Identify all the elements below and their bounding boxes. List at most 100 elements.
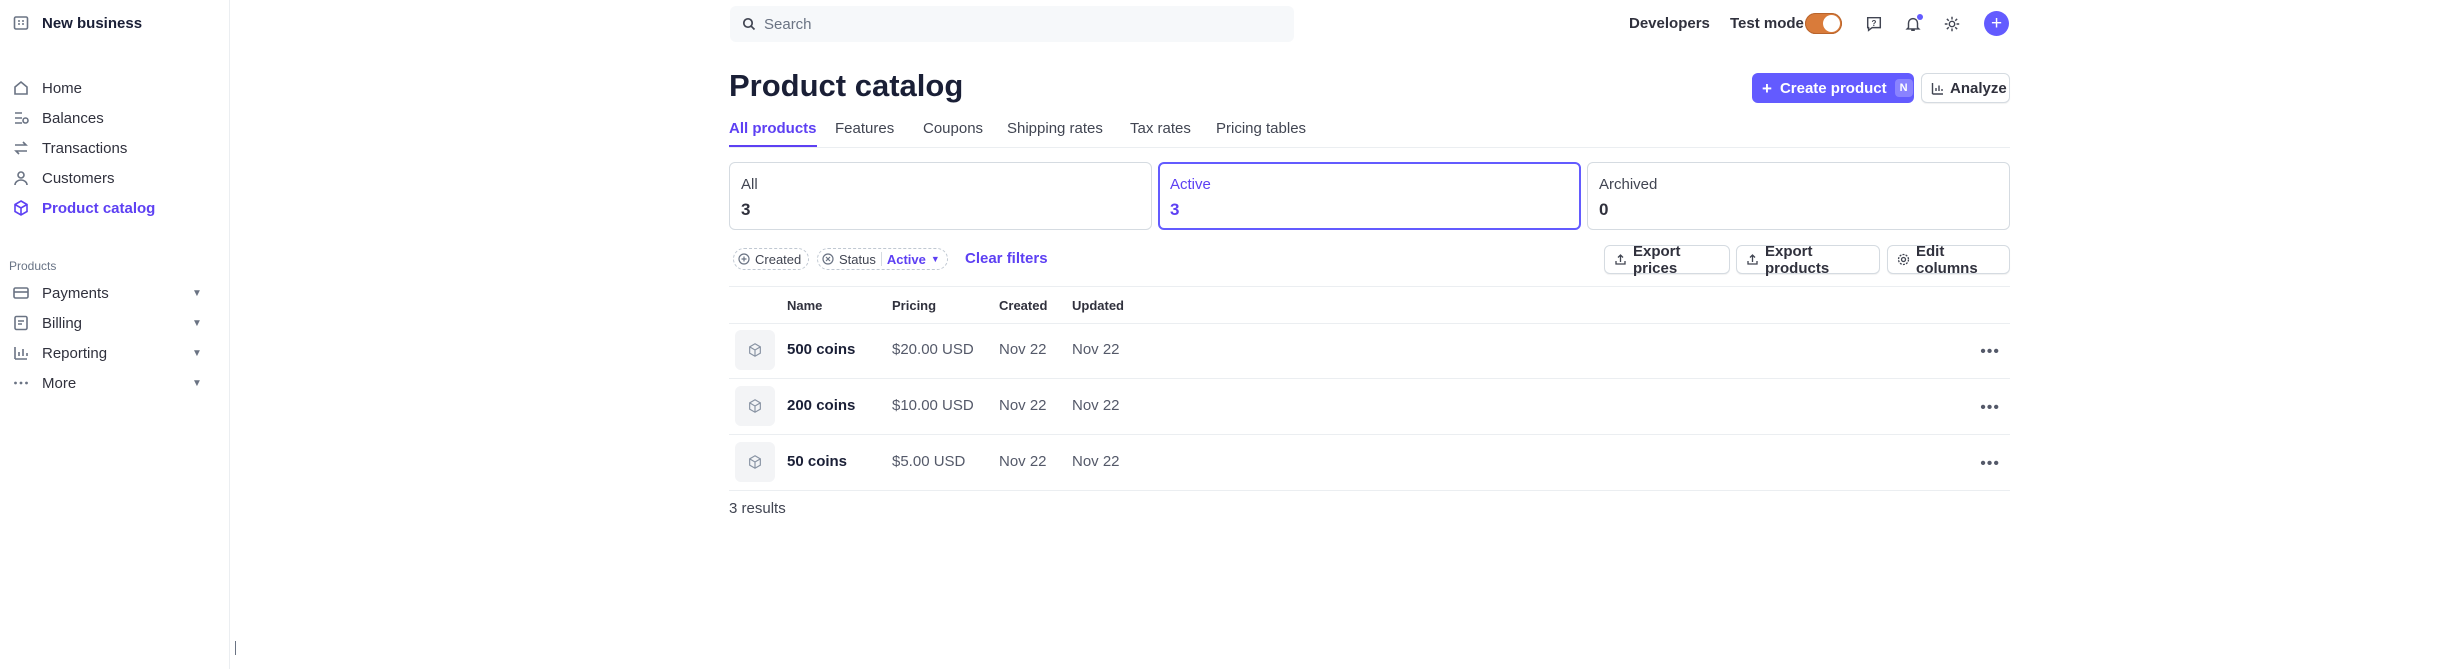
create-plus-icon[interactable]: +	[1984, 11, 2009, 36]
product-image-placeholder	[735, 386, 775, 426]
table-row[interactable]: 200 coins $10.00 USD Nov 22 Nov 22 •••	[729, 378, 2010, 435]
sidebar-item-customers[interactable]: Customers	[12, 169, 115, 187]
sidebar-item-label: Reporting	[42, 344, 108, 362]
transactions-icon	[12, 139, 30, 157]
search-placeholder: Search	[764, 15, 812, 33]
sidebar-item-label: Billing	[42, 314, 83, 332]
sidebar-item-billing[interactable]: Billing ▼	[12, 314, 202, 332]
table-row[interactable]: 50 coins $5.00 USD Nov 22 Nov 22 •••	[729, 434, 2010, 491]
sidebar-item-label: Payments	[42, 284, 109, 302]
sidebar-item-balances[interactable]: Balances	[12, 109, 104, 127]
product-name[interactable]: 50 coins	[787, 453, 847, 470]
product-box-icon	[749, 343, 761, 357]
stat-card-active[interactable]: Active 3	[1158, 162, 1581, 230]
sidebar-item-label: Home	[42, 79, 83, 97]
sidebar-item-reporting[interactable]: Reporting ▼	[12, 344, 202, 362]
export-products-button[interactable]: Export products	[1736, 243, 1880, 277]
column-header-pricing[interactable]: Pricing	[892, 298, 936, 313]
sidebar-item-transactions[interactable]: Transactions	[12, 139, 127, 157]
stat-value: 3	[1170, 200, 1180, 219]
business-name: New business	[42, 14, 143, 32]
product-name[interactable]: 500 coins	[787, 341, 855, 358]
create-product-label: Create product	[1779, 79, 1887, 97]
product-box-icon	[749, 455, 761, 469]
tab-pricing-tables[interactable]: Pricing tables	[1216, 120, 1306, 137]
tab-coupons[interactable]: Coupons	[923, 120, 983, 137]
billing-icon	[12, 314, 30, 332]
create-product-button[interactable]: + Create product N	[1752, 73, 1914, 103]
sidebar-resize-handle[interactable]	[235, 641, 236, 655]
divider	[880, 252, 882, 266]
customers-icon	[12, 169, 30, 187]
reporting-icon	[12, 344, 30, 362]
balances-icon	[12, 109, 30, 127]
stat-label: Active	[1170, 176, 1211, 193]
stat-card-all[interactable]: All 3	[729, 162, 1152, 230]
more-actions-icon[interactable]: •••	[1980, 455, 2000, 473]
stat-label: Archived	[1599, 176, 1658, 193]
remove-circle-icon[interactable]	[822, 253, 834, 265]
sidebar-item-home[interactable]: Home	[12, 79, 82, 97]
table-row[interactable]: 500 coins $20.00 USD Nov 22 Nov 22 •••	[729, 322, 2010, 379]
plus-icon: +	[1762, 78, 1772, 98]
sidebar-item-more[interactable]: More ▼	[12, 374, 202, 392]
notifications-bell-icon[interactable]	[1903, 14, 1923, 34]
help-icon[interactable]: ?	[1864, 14, 1884, 34]
sidebar-item-label: Transactions	[42, 139, 128, 157]
stat-label: All	[741, 176, 758, 193]
sidebar-item-label: Balances	[42, 109, 104, 127]
sidebar-item-payments[interactable]: Payments ▼	[12, 284, 202, 302]
settings-gear-icon[interactable]	[1942, 14, 1962, 34]
svg-text:?: ?	[1872, 19, 1877, 28]
column-header-updated[interactable]: Updated	[1072, 298, 1124, 313]
tab-shipping-rates[interactable]: Shipping rates	[1007, 120, 1103, 137]
product-catalog-icon	[12, 199, 30, 217]
stat-value: 0	[1599, 200, 1609, 219]
sidebar-item-label: Customers	[42, 169, 115, 187]
chevron-down-icon: ▼	[192, 287, 202, 299]
more-actions-icon[interactable]: •••	[1980, 399, 2000, 417]
product-name[interactable]: 200 coins	[787, 397, 855, 414]
tab-tax-rates[interactable]: Tax rates	[1130, 120, 1191, 137]
product-image-placeholder	[735, 330, 775, 370]
column-header-created[interactable]: Created	[999, 298, 1047, 313]
clear-filters-link[interactable]: Clear filters	[965, 250, 1048, 267]
status-filter[interactable]: Status Active ▼	[817, 248, 948, 270]
catalog-tabs: All products Features Coupons Shipping r…	[729, 116, 2010, 148]
keyboard-shortcut-badge: N	[1894, 79, 1913, 97]
status-filter-value: Active	[886, 251, 926, 267]
notification-dot	[1917, 14, 1923, 20]
add-circle-icon	[738, 253, 750, 265]
created-filter[interactable]: Created	[733, 248, 810, 270]
tab-features[interactable]: Features	[835, 120, 894, 137]
search-input[interactable]: Search	[730, 6, 1294, 42]
sidebar-item-label: Product catalog	[42, 199, 156, 217]
export-prices-button[interactable]: Export prices	[1604, 243, 1730, 277]
product-updated: Nov 22	[1072, 341, 1120, 358]
page-title: Product catalog	[729, 68, 964, 103]
chevron-down-icon: ▼	[192, 347, 202, 359]
analyze-button[interactable]: Analyze	[1921, 73, 2010, 103]
edit-columns-button[interactable]: Edit columns	[1887, 243, 2010, 277]
test-mode-toggle[interactable]	[1805, 13, 1842, 34]
sidebar-item-product-catalog[interactable]: Product catalog	[12, 199, 155, 217]
business-switcher[interactable]: New business	[12, 14, 142, 32]
column-header-name[interactable]: Name	[787, 298, 822, 313]
results-count: 3 results	[729, 500, 786, 517]
chevron-down-icon: ▼	[192, 377, 202, 389]
export-icon	[1746, 253, 1759, 266]
stat-value: 3	[741, 200, 751, 219]
bar-chart-icon	[1931, 82, 1944, 95]
product-created: Nov 22	[999, 397, 1047, 414]
stat-card-archived[interactable]: Archived 0	[1587, 162, 2010, 230]
tab-all-products[interactable]: All products	[729, 120, 817, 147]
product-image-placeholder	[735, 442, 775, 482]
product-created: Nov 22	[999, 341, 1047, 358]
developers-link[interactable]: Developers	[1629, 15, 1710, 32]
business-icon	[12, 14, 30, 32]
status-filter-label: Status	[839, 251, 876, 267]
export-icon	[1614, 253, 1627, 266]
payments-icon	[12, 284, 30, 302]
product-updated: Nov 22	[1072, 453, 1120, 470]
more-actions-icon[interactable]: •••	[1980, 343, 2000, 361]
